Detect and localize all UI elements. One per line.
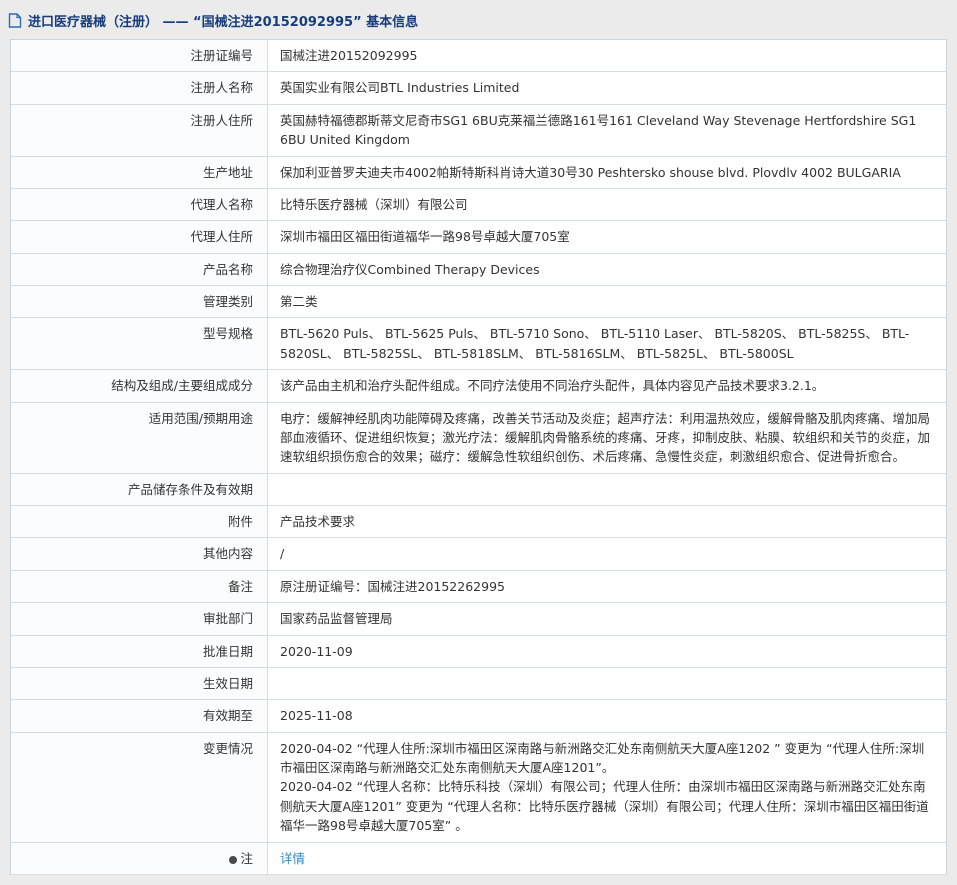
row-value: 产品技术要求 (268, 506, 946, 537)
row-label-text: 附件 (228, 514, 253, 529)
row-value: 电疗：缓解神经肌肉功能障碍及疼痛，改善关节活动及炎症；超声疗法：利用温热效应，缓… (268, 403, 946, 473)
table-row: 生效日期 (11, 668, 946, 700)
row-label-text: 生产地址 (203, 165, 253, 180)
row-value: 第二类 (268, 286, 946, 317)
row-label-text: 注册人住所 (190, 113, 253, 128)
row-label: 适用范围/预期用途 (11, 403, 268, 473)
row-value: 2025-11-08 (268, 700, 946, 731)
table-row: 其他内容 / (11, 538, 946, 570)
row-label-text: 生效日期 (203, 676, 253, 691)
row-label-text: 备注 (228, 579, 253, 594)
table-row: 生产地址保加利亚普罗夫迪夫市4002帕斯特斯科肖诗大道30号30 Peshter… (11, 157, 946, 189)
table-row: 注 详情 (11, 843, 946, 875)
row-label-text: 注册人名称 (190, 80, 253, 95)
row-label: 注册人住所 (11, 105, 268, 156)
row-label-text: 注 (240, 851, 253, 866)
row-label-text: 产品名称 (203, 262, 253, 277)
row-value: 综合物理治疗仪Combined Therapy Devices (268, 254, 946, 285)
page-title: 进口医疗器械（注册） —— “国械注进20152092995” 基本信息 (28, 11, 418, 30)
table-row: 结构及组成/主要组成成分该产品由主机和治疗头配件组成。不同疗法使用不同治疗头配件… (11, 370, 946, 402)
table-row: 产品储存条件及有效期 (11, 474, 946, 506)
row-value: 英国赫特福德郡斯蒂文尼奇市SG1 6BU克莱福兰德路161号161 Clevel… (268, 105, 946, 156)
row-label: 有效期至 (11, 700, 268, 731)
row-label: 注册人名称 (11, 72, 268, 103)
row-value: 2020-11-09 (268, 636, 946, 667)
row-value: 比特乐医疗器械（深圳）有限公司 (268, 189, 946, 220)
table-row: 变更情况 2020-04-02 “代理人住所:深圳市福田区深南路与新洲路交汇处东南… (11, 733, 946, 843)
row-label: 审批部门 (11, 603, 268, 634)
row-label-text: 其他内容 (203, 546, 253, 561)
row-label: 产品名称 (11, 254, 268, 285)
row-value: BTL-5620 Puls、 BTL-5625 Puls、 BTL-5710 S… (268, 318, 946, 369)
table-row: 备注原注册证编号：国械注进20152262995 (11, 571, 946, 603)
row-label: 型号规格 (11, 318, 268, 369)
row-label-text: 管理类别 (203, 294, 253, 309)
row-value: 深圳市福田区福田街道福华一路98号卓越大厦705室 (268, 221, 946, 252)
row-value: 原注册证编号：国械注进20152262995 (268, 571, 946, 602)
row-label: 生效日期 (11, 668, 268, 699)
table-row: 代理人名称比特乐医疗器械（深圳）有限公司 (11, 189, 946, 221)
row-value: / (268, 538, 946, 569)
row-label: 注册证编号 (11, 40, 268, 71)
page-header: 进口医疗器械（注册） —— “国械注进20152092995” 基本信息 (0, 0, 957, 39)
table-row: 注册人住所英国赫特福德郡斯蒂文尼奇市SG1 6BU克莱福兰德路161号161 C… (11, 105, 946, 157)
table-row: 有效期至 2025-11-08 (11, 700, 946, 732)
row-label: 产品储存条件及有效期 (11, 474, 268, 505)
row-label-text: 代理人住所 (190, 229, 253, 244)
row-label: 结构及组成/主要组成成分 (11, 370, 268, 401)
change-entry: 2020-04-02 “代理人名称：比特乐科技（深圳）有限公司；代理人住所：由深… (280, 777, 932, 835)
row-label: 代理人住所 (11, 221, 268, 252)
row-value: 国家药品监督管理局 (268, 603, 946, 634)
row-label: 批准日期 (11, 636, 268, 667)
row-label: 备注 (11, 571, 268, 602)
info-table: 注册证编号国械注进20152092995注册人名称英国实业有限公司BTL Ind… (10, 39, 947, 875)
row-label-text: 代理人名称 (190, 197, 253, 212)
table-row: 型号规格 BTL-5620 Puls、 BTL-5625 Puls、 BTL-57… (11, 318, 946, 370)
table-row: 审批部门国家药品监督管理局 (11, 603, 946, 635)
row-label: 管理类别 (11, 286, 268, 317)
note-dot-icon (229, 856, 237, 864)
table-row: 附件产品技术要求 (11, 506, 946, 538)
row-label-text: 变更情况 (203, 741, 253, 756)
row-label: 附件 (11, 506, 268, 537)
document-icon (8, 13, 22, 28)
row-value: 保加利亚普罗夫迪夫市4002帕斯特斯科肖诗大道30号30 Peshtersko … (268, 157, 946, 188)
table-row: 批准日期 2020-11-09 (11, 636, 946, 668)
row-value: 详情 (268, 843, 946, 874)
page: 进口医疗器械（注册） —— “国械注进20152092995” 基本信息 注册证… (0, 0, 957, 875)
table-row: 注册证编号国械注进20152092995 (11, 40, 946, 72)
row-value: 国械注进20152092995 (268, 40, 946, 71)
row-label-text: 产品储存条件及有效期 (128, 482, 253, 497)
row-label: 其他内容 (11, 538, 268, 569)
table-row: 代理人住所深圳市福田区福田街道福华一路98号卓越大厦705室 (11, 221, 946, 253)
row-label: 变更情况 (11, 733, 268, 842)
row-label: 注 (11, 843, 268, 874)
table-row: 适用范围/预期用途电疗：缓解神经肌肉功能障碍及疼痛，改善关节活动及炎症；超声疗法… (11, 403, 946, 474)
row-label-text: 批准日期 (203, 644, 253, 659)
row-label: 生产地址 (11, 157, 268, 188)
row-label-text: 注册证编号 (190, 48, 253, 63)
detail-link[interactable]: 详情 (280, 851, 305, 866)
table-row: 注册人名称英国实业有限公司BTL Industries Limited (11, 72, 946, 104)
row-value: 英国实业有限公司BTL Industries Limited (268, 72, 946, 103)
row-value (268, 474, 946, 505)
row-label: 代理人名称 (11, 189, 268, 220)
row-value: 2020-04-02 “代理人住所:深圳市福田区深南路与新洲路交汇处东南侧航天大… (268, 733, 946, 842)
row-label-text: 型号规格 (203, 326, 253, 341)
row-label-text: 有效期至 (203, 708, 253, 723)
row-value (268, 668, 946, 699)
table-row: 产品名称综合物理治疗仪Combined Therapy Devices (11, 254, 946, 286)
row-label-text: 审批部门 (203, 611, 253, 626)
row-label-text: 结构及组成/主要组成成分 (111, 378, 253, 393)
row-label-text: 适用范围/预期用途 (149, 411, 253, 426)
row-value: 该产品由主机和治疗头配件组成。不同疗法使用不同治疗头配件，具体内容见产品技术要求… (268, 370, 946, 401)
table-row: 管理类别第二类 (11, 286, 946, 318)
